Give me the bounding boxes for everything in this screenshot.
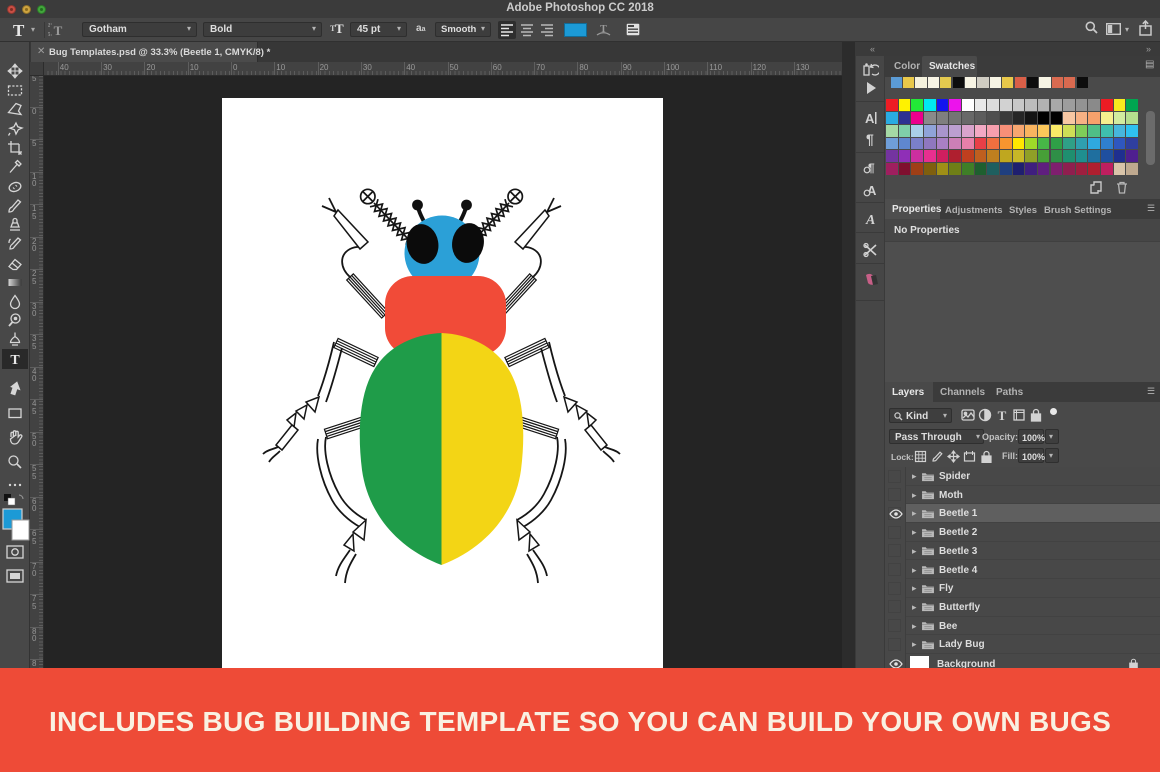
svg-text:T: T (10, 353, 20, 368)
svg-text:A: A (865, 213, 875, 227)
svg-text:¶: ¶ (866, 131, 874, 147)
svg-text:T: T (998, 408, 1007, 422)
svg-text:A: A (865, 111, 875, 126)
svg-text:T: T (600, 24, 607, 35)
